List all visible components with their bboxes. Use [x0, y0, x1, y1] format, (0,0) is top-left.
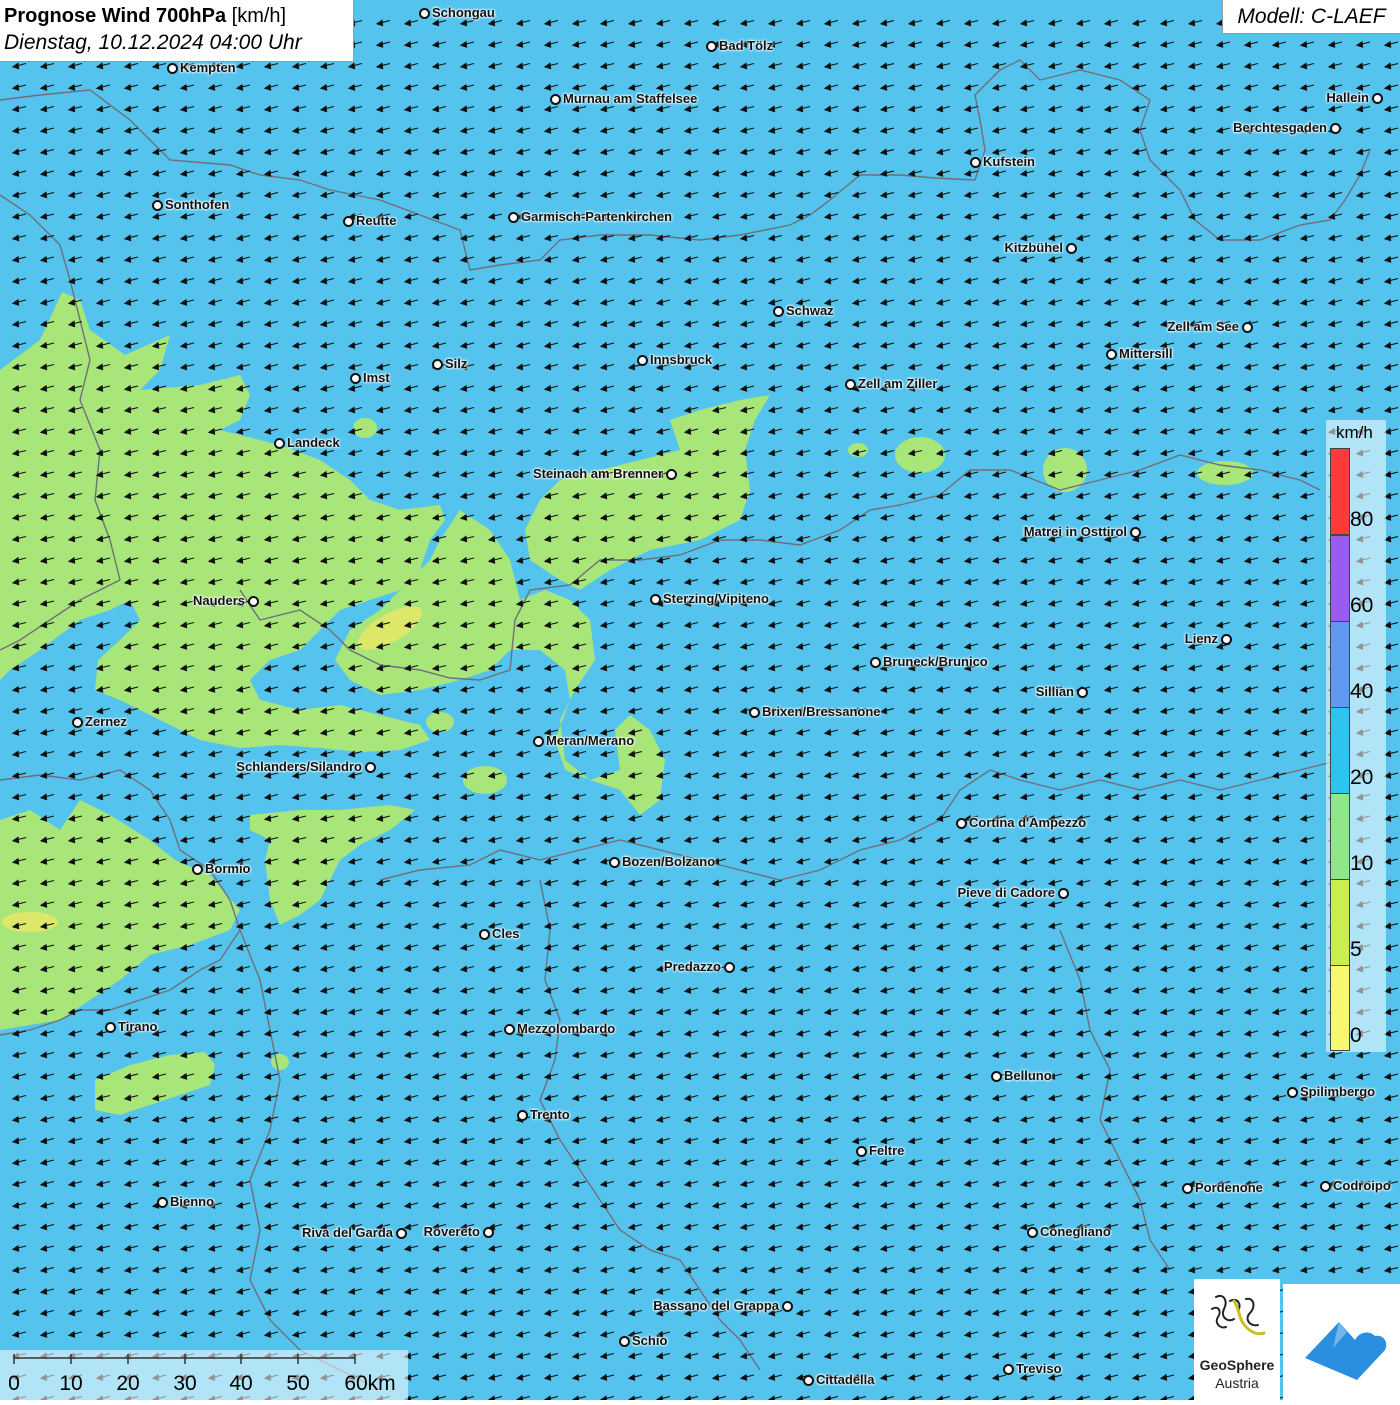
low-wind-patch-1	[895, 437, 945, 473]
very-low-wind-patch-2	[2, 912, 58, 932]
low-wind-patch-8	[271, 1054, 289, 1070]
low-wind-patch-6	[353, 418, 377, 438]
low-wind-patch-4	[463, 766, 507, 794]
low-wind-patch-5	[426, 712, 454, 732]
